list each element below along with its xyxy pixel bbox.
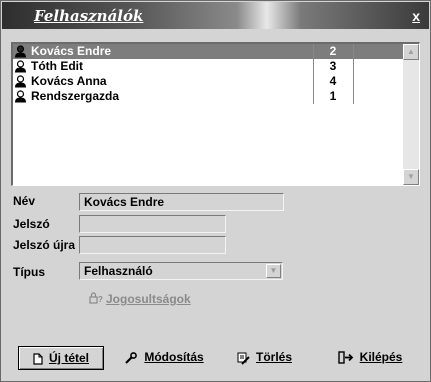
column-divider	[353, 44, 354, 104]
lock-icon: ?	[89, 292, 103, 304]
column-divider	[313, 44, 314, 104]
delete-label: Törlés	[255, 350, 292, 364]
user-row[interactable]: Tóth Edit 3	[13, 59, 403, 74]
new-document-icon	[33, 353, 43, 365]
wrench-icon	[125, 351, 138, 364]
user-id: 3	[329, 59, 337, 73]
user-name: Rendszergazda	[31, 89, 120, 103]
user-name: Kovács Endre	[31, 44, 112, 58]
close-button[interactable]: x	[412, 9, 420, 23]
new-item-label: Új tétel	[48, 351, 89, 365]
user-name: Kovács Anna	[31, 74, 107, 88]
name-label: Név	[13, 194, 36, 208]
user-id: 4	[329, 74, 337, 88]
user-id: 1	[329, 89, 337, 103]
users-list[interactable]: Kovács Endre 2 Tóth Edit 3 Kovács Anna 4 Rends…	[11, 42, 420, 186]
password-again-field[interactable]	[79, 236, 226, 254]
delete-button[interactable]: Törlés	[228, 346, 300, 370]
user-icon	[15, 75, 26, 88]
modify-button[interactable]: Módosítás	[119, 346, 209, 370]
users-list-rows: Kovács Endre 2 Tóth Edit 3 Kovács Anna 4 Rends…	[13, 44, 403, 104]
scroll-up-button[interactable]: ▲	[403, 44, 419, 60]
scroll-down-button[interactable]: ▼	[403, 169, 419, 185]
type-select[interactable]: Felhasználó ▼	[79, 262, 283, 280]
user-name: Tóth Edit	[31, 59, 83, 73]
user-row[interactable]: Kovács Anna 4	[13, 74, 403, 89]
permissions-button[interactable]: ? Jogosultságok	[89, 292, 191, 306]
title-bar[interactable]: Felhasználók x	[2, 2, 429, 29]
user-id: 2	[329, 44, 337, 58]
modify-label: Módosítás	[144, 350, 204, 364]
eraser-icon	[237, 352, 250, 365]
user-row[interactable]: Rendszergazda 1	[13, 89, 403, 104]
password-label: Jelszó	[13, 217, 50, 231]
user-row[interactable]: Kovács Endre 2	[13, 44, 403, 59]
users-dialog: Felhasználók x Kovács Endre 2 Tóth Edit 3 Ko…	[0, 0, 431, 382]
password-again-label: Jelszó újra	[13, 238, 76, 252]
new-item-button[interactable]: Új tétel	[18, 346, 104, 370]
chevron-down-icon[interactable]: ▼	[266, 264, 281, 278]
vertical-scrollbar[interactable]: ▲ ▼	[403, 44, 419, 185]
user-icon	[15, 90, 26, 103]
user-icon	[15, 45, 26, 58]
svg-text:?: ?	[98, 295, 103, 304]
exit-door-icon	[337, 351, 353, 365]
user-icon	[15, 60, 26, 73]
window-title: Felhasználók	[34, 7, 144, 25]
password-field[interactable]	[79, 215, 226, 233]
name-field[interactable]: Kovács Endre	[79, 193, 284, 211]
exit-label: Kilépés	[359, 350, 403, 364]
type-select-value: Felhasználó	[84, 264, 153, 278]
type-label: Típus	[13, 265, 45, 279]
exit-button[interactable]: Kilépés	[328, 346, 412, 370]
permissions-label: Jogosultságok	[106, 292, 191, 306]
